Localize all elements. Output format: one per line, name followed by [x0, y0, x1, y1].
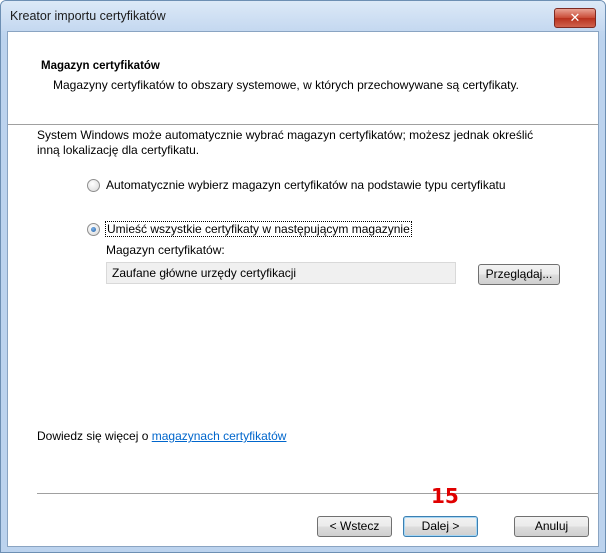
radio-auto-store-label[interactable]: Automatycznie wybierz magazyn certyfikat…	[106, 178, 506, 192]
wizard-content: Magazyn certyfikatów Magazyny certyfikat…	[7, 31, 599, 547]
wizard-header: Magazyn certyfikatów Magazyny certyfikat…	[8, 32, 598, 125]
learn-more-prefix: Dowiedz się więcej o	[37, 429, 152, 443]
close-button[interactable]: ✕	[554, 8, 596, 28]
close-icon: ✕	[569, 10, 581, 25]
page-title: Magazyn certyfikatów	[41, 60, 160, 72]
store-field: Zaufane główne urzędy certyfikacji	[106, 262, 456, 284]
footer-divider	[37, 493, 598, 495]
back-button[interactable]: < Wstecz	[317, 516, 392, 537]
learn-more-link[interactable]: magazynach certyfikatów	[152, 429, 287, 443]
store-field-label: Magazyn certyfikatów:	[106, 243, 225, 257]
step-annotation: 15	[431, 484, 459, 508]
learn-more: Dowiedz się więcej o magazynach certyfik…	[37, 429, 286, 443]
cancel-button[interactable]: Anuluj	[514, 516, 589, 537]
radio-specific-store[interactable]: Umieść wszystkie certyfikaty w następują…	[87, 221, 412, 237]
wizard-window: Kreator importu certyfikatów ✕ Magazyn c…	[0, 0, 606, 553]
radio-button-icon[interactable]	[87, 178, 100, 192]
radio-auto-store[interactable]: Automatycznie wybierz magazyn certyfikat…	[87, 178, 506, 192]
window-title: Kreator importu certyfikatów	[10, 9, 166, 23]
browse-button[interactable]: Przeglądaj...	[478, 264, 560, 285]
next-button[interactable]: Dalej >	[403, 516, 478, 537]
page-description: Magazyny certyfikatów to obszary systemo…	[53, 78, 519, 92]
intro-text: System Windows może automatycznie wybrać…	[37, 128, 534, 157]
title-bar: Kreator importu certyfikatów ✕	[1, 1, 605, 31]
radio-button-checked-icon[interactable]	[87, 222, 100, 236]
radio-specific-store-label[interactable]: Umieść wszystkie certyfikaty w następują…	[105, 221, 412, 237]
